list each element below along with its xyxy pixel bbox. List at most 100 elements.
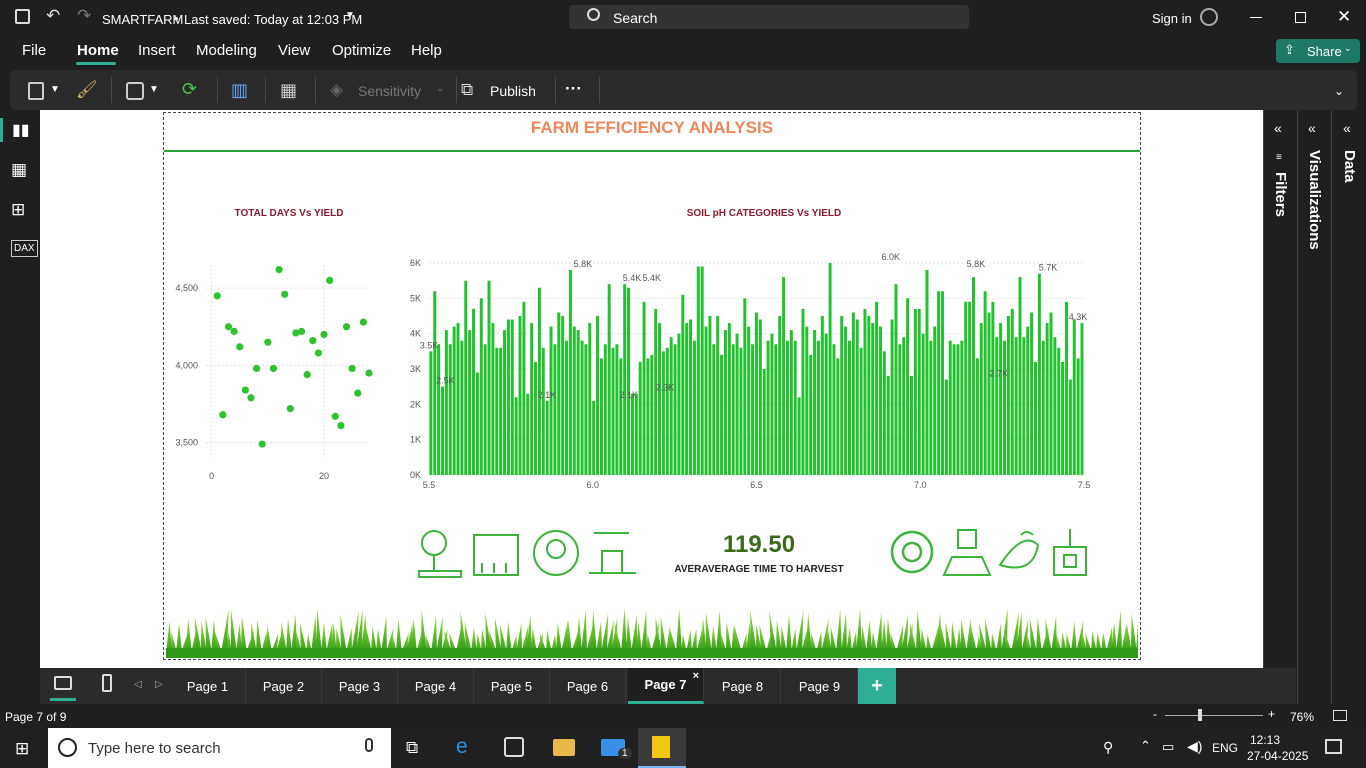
file-explorer-icon[interactable]: [553, 739, 575, 756]
chevron-down-icon: ⌄: [436, 83, 445, 94]
bar: [619, 358, 623, 475]
chevron-down-icon[interactable]: ▼: [50, 84, 60, 95]
tab-page-8[interactable]: Page 8: [705, 668, 781, 704]
menu-optimize[interactable]: Optimize: [332, 42, 391, 59]
taskbar-search[interactable]: Type here to search: [48, 728, 391, 768]
menu-file[interactable]: File: [22, 42, 46, 59]
menu-view[interactable]: View: [278, 42, 310, 59]
bar: [716, 316, 720, 475]
redo-icon[interactable]: ↷: [77, 6, 91, 26]
chevron-down-icon[interactable]: ⌄: [1334, 84, 1344, 98]
close-icon[interactable]: ✕: [1337, 7, 1351, 27]
powerbi-taskbar-button[interactable]: [638, 728, 686, 768]
report-title: FARM EFFICIENCY ANALYSIS: [530, 118, 774, 137]
format-painter-icon[interactable]: 🖌: [76, 80, 98, 100]
undo-icon[interactable]: ↶: [46, 6, 60, 26]
zoom-slider[interactable]: [1165, 709, 1263, 721]
zoom-slider-thumb[interactable]: [1198, 709, 1202, 721]
volume-icon[interactable]: ◀): [1187, 738, 1202, 755]
tab-page-5[interactable]: Page 5: [474, 668, 550, 704]
menu-home[interactable]: Home: [77, 42, 119, 59]
task-view-icon[interactable]: ⧉: [406, 738, 418, 758]
bar-chart[interactable]: 0K 1K 2K 3K 4K 5K 6K 5.5 6.0 6.5 7.0 7.5 3.5K 2.5K 5.8…: [399, 248, 1119, 493]
data-pane[interactable]: « Data: [1331, 110, 1366, 704]
tab-page-4[interactable]: Page 4: [398, 668, 474, 704]
filters-pane[interactable]: « ≡ Filters: [1263, 110, 1297, 704]
clock-date[interactable]: 27-04-2025: [1247, 749, 1308, 763]
bar: [727, 323, 731, 475]
zoom-in-button[interactable]: +: [1268, 707, 1275, 721]
collapse-icon[interactable]: «: [1343, 120, 1351, 136]
grass-blade: [1136, 622, 1138, 653]
x-tick-label: 20: [319, 471, 329, 481]
notifications-icon[interactable]: [1325, 739, 1342, 754]
tab-page-7[interactable]: Page 7 ×: [628, 668, 704, 704]
close-tab-icon[interactable]: ×: [693, 670, 699, 682]
model-view-icon[interactable]: ⊞: [11, 200, 25, 220]
collapse-icon[interactable]: «: [1308, 120, 1316, 136]
prev-page-icon[interactable]: ◁: [134, 679, 142, 690]
mobile-layout-icon[interactable]: [102, 674, 112, 692]
bar: [847, 340, 851, 475]
people-icon[interactable]: ⚲: [1103, 739, 1113, 756]
zoom-out-button[interactable]: -: [1153, 707, 1157, 721]
tab-page-2[interactable]: Page 2: [246, 668, 322, 704]
menu-help[interactable]: Help: [411, 42, 442, 59]
next-page-icon[interactable]: ▷: [155, 679, 163, 690]
more-options-button[interactable]: ···: [565, 79, 582, 99]
publish-button[interactable]: Publish: [490, 83, 536, 99]
menu-modeling[interactable]: Modeling: [196, 42, 257, 59]
edge-icon[interactable]: e: [456, 735, 468, 759]
clock-time[interactable]: 12:13: [1250, 733, 1280, 747]
refresh-icon[interactable]: ⟳: [182, 79, 197, 100]
tab-page-1[interactable]: Page 1: [170, 668, 246, 704]
maximize-icon[interactable]: [1295, 12, 1306, 23]
chevron-down-icon[interactable]: ▼: [149, 84, 159, 95]
windows-start-icon[interactable]: ⊞: [15, 739, 29, 759]
scatter-point: [281, 290, 289, 298]
add-page-button[interactable]: +: [858, 668, 896, 704]
language-indicator[interactable]: ENG: [1212, 741, 1238, 755]
ribbon-toolbar: ▼ 🖌 ▼ ⟳ ▥ ▦ ◈ Sensitivity ⌄ ⧉ Publish ··…: [10, 70, 1357, 110]
network-icon[interactable]: ▭: [1162, 739, 1174, 755]
dax-query-icon[interactable]: DAX: [11, 240, 38, 257]
user-icon[interactable]: [1200, 8, 1218, 26]
minimize-icon[interactable]: [1250, 17, 1262, 18]
paste-icon[interactable]: [28, 82, 44, 100]
bar: [720, 354, 724, 475]
signin-link[interactable]: Sign in: [1152, 11, 1192, 26]
bar: [499, 347, 503, 475]
search-box[interactable]: Search: [569, 5, 969, 29]
calculator-icon[interactable]: ▦: [280, 80, 297, 101]
tab-page-9[interactable]: Page 9: [782, 668, 858, 704]
bar: [708, 316, 712, 475]
fit-page-icon[interactable]: [1333, 710, 1347, 721]
grass-blade: [205, 616, 212, 653]
save-icon[interactable]: [15, 9, 30, 24]
desktop-layout-marker: [50, 698, 76, 701]
tab-label: Page 4: [414, 678, 457, 694]
chevron-down-icon[interactable]: ▼: [345, 10, 355, 21]
bar: [789, 330, 793, 475]
y-tick-label: 3K: [410, 364, 421, 374]
chevron-up-icon[interactable]: ⌃: [1140, 738, 1151, 754]
table-view-icon[interactable]: ▦: [11, 160, 27, 180]
get-data-icon[interactable]: [126, 82, 144, 100]
tab-page-3[interactable]: Page 3: [322, 668, 398, 704]
report-view-icon[interactable]: ▮▮: [12, 120, 30, 140]
share-button[interactable]: ⇪ Share ⌄: [1276, 39, 1360, 63]
bar: [925, 270, 929, 475]
desktop-layout-icon[interactable]: [54, 676, 72, 690]
tab-page-6[interactable]: Page 6: [550, 668, 626, 704]
store-icon[interactable]: [504, 737, 524, 757]
microphone-icon[interactable]: [365, 738, 373, 752]
grass-blade: [621, 608, 627, 653]
sensitivity-button[interactable]: Sensitivity: [358, 83, 421, 99]
bar: [615, 344, 619, 475]
collapse-icon[interactable]: «: [1274, 120, 1282, 136]
menu-insert[interactable]: Insert: [138, 42, 176, 59]
scatter-chart[interactable]: 3,500 4,000 4,500 0 20: [164, 253, 384, 488]
bar: [510, 319, 514, 475]
new-visual-icon[interactable]: ▥: [231, 80, 248, 101]
visualizations-pane[interactable]: « Visualizations: [1297, 110, 1331, 704]
